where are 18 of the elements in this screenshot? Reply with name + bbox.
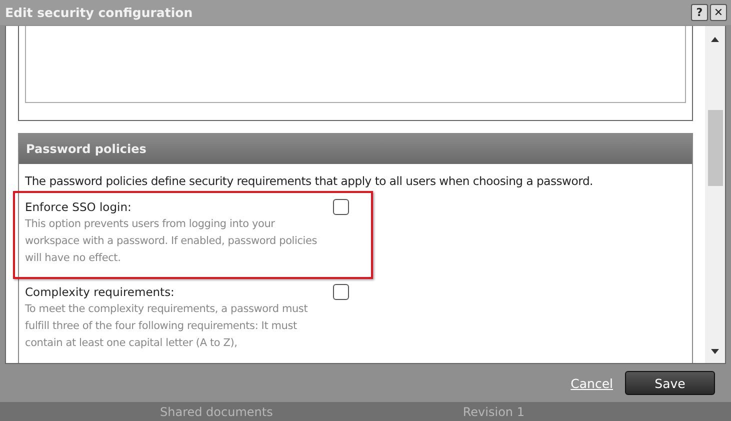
close-button[interactable]: ✕ bbox=[710, 4, 727, 21]
scroll-up-icon[interactable] bbox=[710, 35, 720, 43]
background-label: Revision 1 bbox=[462, 405, 524, 419]
background-label: Shared documents bbox=[160, 405, 273, 419]
checkbox[interactable] bbox=[333, 199, 349, 215]
section-intro: The password policies define security requirements that apply to all users when choosing a password. bbox=[24, 173, 594, 190]
scroll-down-icon[interactable] bbox=[710, 348, 720, 356]
window-title: Edit security configuration bbox=[5, 5, 193, 20]
checkbox[interactable] bbox=[333, 284, 349, 300]
section-header: Password policies bbox=[19, 134, 692, 164]
option-description: To meet the complexity requirements, a password must fulfill three of the four following requirements: It must contain at least one capital letter (A to Z), bbox=[25, 302, 309, 351]
option-description: This option prevents users from logging into your workspace with a password. If enabled, password policies will have no effect. bbox=[25, 217, 318, 266]
scrollbar[interactable] bbox=[705, 26, 725, 363]
help-button[interactable]: ? bbox=[691, 4, 708, 21]
save-button[interactable]: Save bbox=[625, 371, 715, 395]
option-label: Complexity requirements: bbox=[25, 285, 176, 299]
option-label: Enforce SSO login: bbox=[25, 200, 132, 214]
scrollbar-thumb[interactable] bbox=[708, 110, 722, 186]
